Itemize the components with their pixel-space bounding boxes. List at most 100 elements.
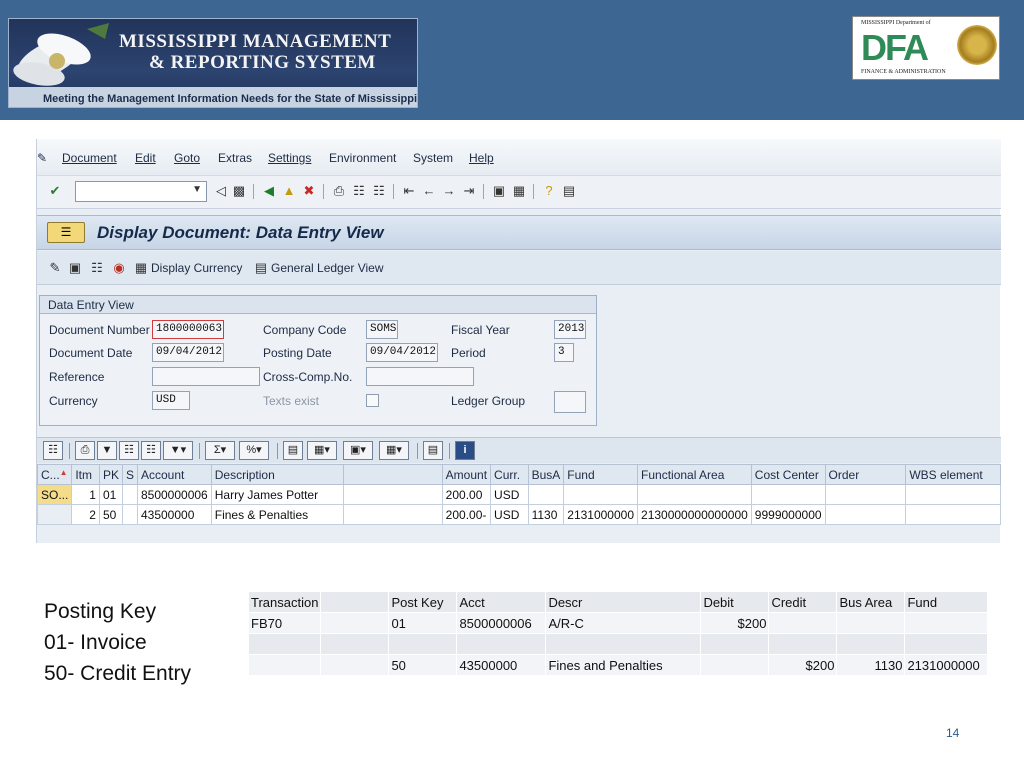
col-header-cost-center[interactable]: Cost Center [750,464,826,485]
col-header-fund[interactable]: Fund [563,464,639,485]
details-icon[interactable]: ☷ [43,441,63,460]
first-page-icon[interactable]: ⇤ [401,183,417,199]
cell-item[interactable]: 2 [71,504,100,525]
display-change-icon[interactable]: ✎ [47,260,63,276]
col-header-amount[interactable]: Amount [441,464,492,485]
display-currency-button[interactable]: Display Currency [151,261,242,275]
col-header-order[interactable]: Order [824,464,907,485]
cell-posting-key[interactable]: 50 [98,504,123,525]
graphic-icon[interactable]: ▤ [423,441,443,460]
col-header-item[interactable]: Itm [71,464,100,485]
menu-system[interactable]: System [413,151,453,165]
filter-icon[interactable]: ▼ [97,441,117,460]
cell-account[interactable]: 8500000006 [136,484,212,505]
col-header-currency[interactable]: Curr. [490,464,529,485]
cell-description[interactable]: Fines & Penalties [210,504,344,525]
general-ledger-view-button[interactable]: General Ledger View [271,261,384,275]
cell-functional-area[interactable] [637,484,752,505]
col-header-s[interactable]: S [121,464,138,485]
command-field[interactable]: ▼ [75,181,207,202]
info-icon[interactable]: i [455,441,475,460]
layout-icon[interactable]: ▤ [561,183,577,199]
export-icon[interactable]: ▣▾ [343,441,373,460]
cell-account[interactable]: 43500000 [136,504,212,525]
other-document-icon[interactable]: ▣ [67,260,83,276]
new-session-icon[interactable]: ▣ [491,183,507,199]
print-icon[interactable]: ⎙ [331,183,347,199]
col-header-wbs-element[interactable]: WBS element [905,464,1001,485]
col-header-account[interactable]: Account [136,464,212,485]
col-header-posting-key[interactable]: PK [98,464,123,485]
cell-order[interactable] [824,484,907,505]
cell-description[interactable]: Harry James Potter [210,484,344,505]
table-row[interactable]: SO... 1 01 8500000006 Harry James Potter… [36,484,1001,505]
table-row[interactable]: 2 50 43500000 Fines & Penalties 200.00- … [36,504,1001,525]
chevron-down-icon[interactable]: ▼ [192,184,202,195]
last-page-icon[interactable]: ⇥ [461,183,477,199]
cancel-icon[interactable]: ✖ [301,183,317,199]
cell-blank[interactable] [342,484,443,505]
save-icon[interactable]: ▩ [231,183,247,199]
cell-currency[interactable]: USD [490,504,529,525]
menu-icon[interactable]: ✎ [37,151,47,165]
menu-button[interactable]: ☰ [47,222,85,243]
cell-order[interactable] [824,504,907,525]
back-arrow-icon[interactable]: ◁ [213,183,229,199]
menu-edit[interactable]: Edit [135,151,156,165]
previous-page-icon[interactable]: ← [421,183,437,199]
subtotal-icon[interactable]: %▾ [239,441,269,460]
menu-extras[interactable]: Extras [218,151,252,165]
cell-company[interactable] [36,504,73,525]
print-preview-icon[interactable]: ▤ [283,441,303,460]
fiscal-year-field[interactable]: 2013 [554,320,586,339]
cell-amount[interactable]: 200.00 [441,484,492,505]
cell-business-area[interactable]: 1130 [527,504,565,525]
exit-icon[interactable]: ▲ [281,183,297,199]
layout-icon[interactable]: ▦▾ [379,441,409,460]
enter-check-icon[interactable]: ✔ [47,183,63,199]
find-next-icon[interactable]: ☷ [371,183,387,199]
col-header-functional-area[interactable]: Functional Area [637,464,752,485]
cell-s[interactable] [121,504,138,525]
taxes-icon[interactable]: ◉ [111,260,127,276]
shortcut-icon[interactable]: ▦ [511,183,527,199]
help-icon[interactable]: ? [541,183,557,199]
document-number-field[interactable]: 1800000063 [152,320,224,339]
currency-field[interactable]: USD [152,391,190,410]
sum-icon[interactable]: Σ▾ [205,441,235,460]
ledger-group-field[interactable] [554,391,586,413]
views-icon[interactable]: ▦▾ [307,441,337,460]
find-icon[interactable]: ☷ [351,183,367,199]
menu-settings[interactable]: Settings [268,151,311,165]
menu-goto[interactable]: Goto [174,151,200,165]
find-next-icon[interactable]: ☷ [141,441,161,460]
cell-cost-center[interactable] [750,484,826,505]
cell-fund[interactable]: 2131000000 [563,504,639,525]
col-header-blank[interactable] [342,464,443,485]
cell-posting-key[interactable]: 01 [98,484,123,505]
cell-blank[interactable] [342,504,443,525]
set-filter-icon[interactable]: ▼▾ [163,441,193,460]
cell-wbs-element[interactable] [905,484,1001,505]
cell-amount[interactable]: 200.00- [441,504,492,525]
print-icon[interactable]: ⎙ [75,441,95,460]
next-page-icon[interactable]: → [441,183,457,199]
cell-wbs-element[interactable] [905,504,1001,525]
ledger-view-icon[interactable]: ▤ [253,260,269,276]
cell-fund[interactable] [563,484,639,505]
menu-document[interactable]: Document [62,151,117,165]
cell-company[interactable]: SO... [36,484,73,505]
menu-environment[interactable]: Environment [329,151,396,165]
cell-functional-area[interactable]: 2130000000000000 [637,504,752,525]
reference-field[interactable] [152,367,260,386]
cell-currency[interactable]: USD [490,484,529,505]
back-icon[interactable]: ◀ [261,183,277,199]
cell-s[interactable] [121,484,138,505]
company-code-field[interactable]: SOMS [366,320,398,339]
col-header-business-area[interactable]: BusA [527,464,565,485]
cell-item[interactable]: 1 [71,484,100,505]
menu-help[interactable]: Help [469,151,494,165]
posting-date-field[interactable]: 09/04/2012 [366,343,438,362]
texts-exist-checkbox[interactable] [366,394,379,407]
period-field[interactable]: 3 [554,343,574,362]
